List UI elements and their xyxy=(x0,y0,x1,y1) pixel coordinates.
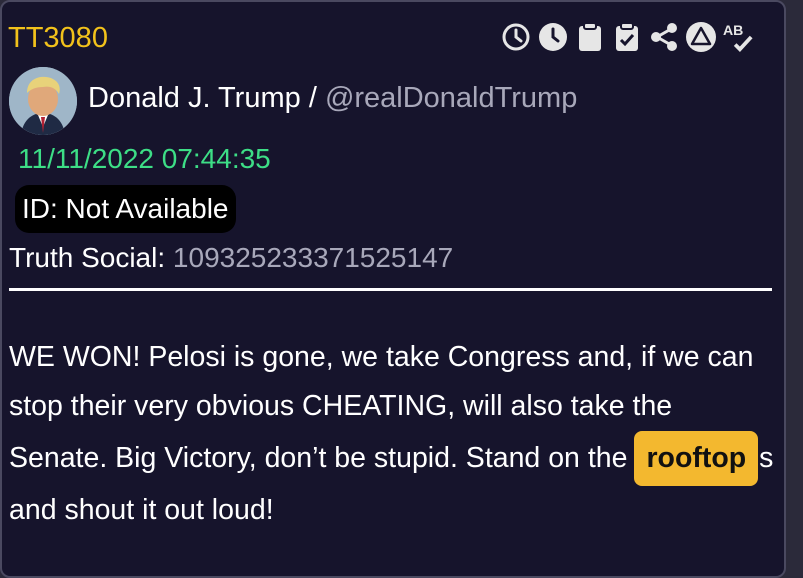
id-badge: ID: Not Available xyxy=(15,185,236,233)
author-separator: / xyxy=(300,82,325,114)
author-line: Donald J. Trump / @realDonaldTrump xyxy=(88,82,577,115)
divider xyxy=(9,288,772,291)
truth-social-number[interactable]: 109325233371525147 xyxy=(173,242,453,273)
post-card: TT3080 AB Donald J. Trump / @realDonaldT… xyxy=(0,0,786,578)
clipboard-check-icon[interactable] xyxy=(611,20,643,54)
author-name[interactable]: Donald J. Trump xyxy=(88,82,301,114)
timestamp: 11/11/2022 07:44:35 xyxy=(18,143,271,174)
truth-social-label: Truth Social: xyxy=(9,242,173,273)
history-icon[interactable] xyxy=(500,20,532,54)
post-id[interactable]: TT3080 xyxy=(8,22,108,55)
truth-social-id: Truth Social: 109325233371525147 xyxy=(9,242,453,274)
clipboard-icon[interactable] xyxy=(574,20,606,54)
spellcheck-icon[interactable]: AB xyxy=(722,20,754,54)
highlighted-word[interactable]: rooftop xyxy=(634,431,759,486)
alert-triangle-icon[interactable] xyxy=(685,20,717,54)
share-icon[interactable] xyxy=(648,20,680,54)
post-body: WE WON! Pelosi is gone, we take Congress… xyxy=(9,333,777,535)
clock-icon[interactable] xyxy=(537,20,569,54)
post-toolbar: AB xyxy=(500,20,754,54)
author-handle[interactable]: @realDonaldTrump xyxy=(325,82,577,114)
spellcheck-label: AB xyxy=(723,22,743,38)
avatar[interactable] xyxy=(9,67,77,135)
